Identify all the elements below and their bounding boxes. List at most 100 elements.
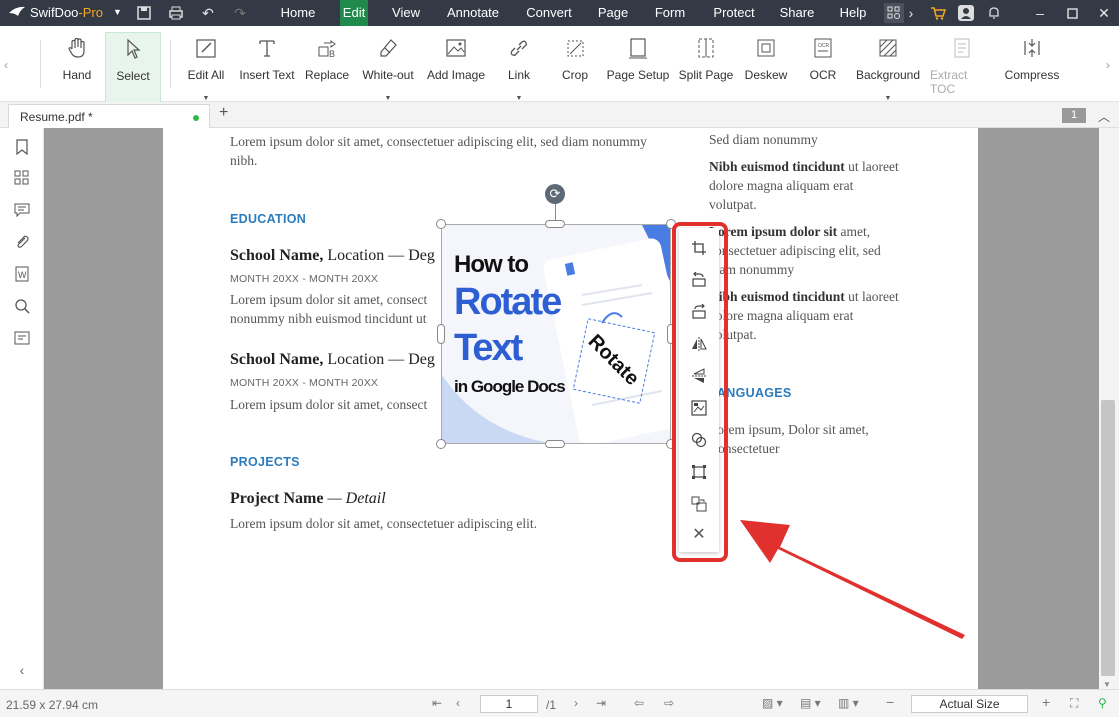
split-page-button[interactable]: Split Page bbox=[678, 32, 734, 98]
white-out-button[interactable]: White-out ▼ bbox=[358, 32, 418, 102]
undo-icon[interactable]: ↶ bbox=[198, 3, 218, 23]
fill-color-icon[interactable]: ▨ ▾ bbox=[762, 696, 783, 710]
zoom-out-icon[interactable]: − bbox=[886, 694, 894, 710]
user-avatar-icon[interactable] bbox=[956, 3, 976, 23]
zoom-in-icon[interactable]: + bbox=[1042, 694, 1050, 710]
cart-icon[interactable] bbox=[928, 3, 948, 23]
resize-handle-bottom-left[interactable] bbox=[436, 439, 446, 449]
fit-screen-icon[interactable]: ⛶ bbox=[1070, 696, 1078, 711]
form-fields-icon[interactable] bbox=[12, 328, 32, 348]
deskew-button[interactable]: Deskew bbox=[744, 32, 788, 98]
dropdown-arrow-icon[interactable]: ▼ bbox=[516, 95, 523, 102]
select-button[interactable]: Select bbox=[105, 32, 161, 104]
print-icon[interactable] bbox=[166, 3, 186, 23]
chevron-right-icon[interactable]: › bbox=[904, 3, 918, 23]
insert-text-button[interactable]: Insert Text bbox=[238, 32, 296, 98]
save-icon[interactable] bbox=[134, 3, 154, 23]
forward-view-icon[interactable]: ⇨ bbox=[664, 696, 674, 710]
chevron-up-icon[interactable]: ︿ bbox=[1098, 108, 1110, 125]
resize-handle-top[interactable] bbox=[545, 220, 565, 228]
right-para-3[interactable]: Lorem ipsum dolor sit amet, consectetuer… bbox=[709, 222, 899, 279]
scrollbar-thumb[interactable] bbox=[1101, 400, 1115, 676]
attachment-icon[interactable] bbox=[12, 232, 32, 252]
menu-edit[interactable]: Edit bbox=[340, 0, 368, 26]
add-tab-icon[interactable]: + bbox=[219, 104, 228, 122]
edit-all-button[interactable]: Edit All ▼ bbox=[184, 32, 228, 102]
document-tab[interactable]: Resume.pdf * bbox=[8, 104, 210, 128]
background-button[interactable]: Background ▼ bbox=[854, 32, 922, 102]
thumbnails-icon[interactable] bbox=[12, 168, 32, 188]
menu-protect[interactable]: Protect bbox=[706, 0, 762, 26]
pin-icon[interactable]: ⚲ bbox=[1098, 696, 1107, 710]
menu-annotate[interactable]: Annotate bbox=[440, 0, 506, 26]
school-1-name[interactable]: School Name, Location — Deg bbox=[230, 247, 435, 265]
school-2-name[interactable]: School Name, Location — Deg bbox=[230, 351, 435, 369]
dropdown-arrow-icon[interactable]: ▼ bbox=[885, 95, 892, 102]
minimize-icon[interactable]: – bbox=[1030, 3, 1050, 23]
page-setup-button[interactable]: Page Setup bbox=[606, 32, 670, 98]
search-grid-icon[interactable] bbox=[884, 3, 904, 23]
school-1-description[interactable]: Lorem ipsum dolor sit amet, consect nonu… bbox=[230, 290, 442, 328]
languages-text[interactable]: Lorem ipsum, Dolor sit amet, Consectetue… bbox=[709, 420, 899, 458]
total-pages: /1 bbox=[546, 698, 557, 712]
project-name[interactable]: Project Name — Detail bbox=[230, 490, 386, 508]
school-1-dates[interactable]: MONTH 20XX - MONTH 20XX bbox=[230, 273, 378, 285]
add-image-button[interactable]: Add Image bbox=[424, 32, 488, 98]
bell-icon[interactable] bbox=[984, 3, 1004, 23]
rotate-handle-icon[interactable]: ⟳ bbox=[545, 184, 565, 204]
caret-down-icon[interactable]: ▼ bbox=[113, 7, 122, 17]
comment-icon[interactable] bbox=[12, 200, 32, 220]
resize-handle-bottom[interactable] bbox=[545, 440, 565, 448]
replace-button[interactable]: B Replace bbox=[304, 32, 350, 98]
split-page-label: Split Page bbox=[678, 68, 734, 82]
word-icon[interactable]: W bbox=[12, 264, 32, 284]
next-page-icon[interactable]: › bbox=[574, 696, 578, 710]
previous-page-icon[interactable]: ‹ bbox=[456, 696, 460, 710]
right-para-1[interactable]: Sed diam nonummy bbox=[709, 130, 899, 149]
school-2-description[interactable]: Lorem ipsum dolor sit amet, consect bbox=[230, 395, 442, 414]
zoom-selector[interactable]: Actual Size bbox=[911, 695, 1028, 713]
page-size: 21.59 x 27.94 cm bbox=[6, 698, 99, 712]
app-logo[interactable]: SwifDoo-Pro ▼ bbox=[8, 4, 122, 20]
extract-toc-icon bbox=[950, 36, 974, 60]
close-window-icon[interactable]: ✕ bbox=[1094, 3, 1114, 23]
menu-help[interactable]: Help bbox=[832, 0, 874, 26]
page-number-input[interactable]: 1 bbox=[480, 695, 538, 713]
collapse-sidebar-icon[interactable]: ‹ bbox=[12, 660, 32, 680]
education-heading[interactable]: EDUCATION bbox=[230, 212, 306, 226]
ribbon-scroll-right-icon[interactable]: › bbox=[1106, 58, 1110, 72]
menu-convert[interactable]: Convert bbox=[518, 0, 580, 26]
search-icon[interactable] bbox=[12, 296, 32, 316]
resize-handle-left[interactable] bbox=[437, 324, 445, 344]
dropdown-arrow-icon[interactable]: ▼ bbox=[385, 95, 392, 102]
menu-share[interactable]: Share bbox=[774, 0, 820, 26]
scroll-down-icon[interactable]: ▼ bbox=[1103, 680, 1111, 689]
ocr-button[interactable]: OCR OCR bbox=[806, 32, 840, 98]
right-para-2[interactable]: Nibh euismod tincidunt ut laoreet dolore… bbox=[709, 157, 899, 214]
page-layout-icon[interactable]: ▤ ▾ bbox=[800, 696, 821, 710]
menu-view[interactable]: View bbox=[384, 0, 428, 26]
first-page-icon[interactable]: ⇤ bbox=[432, 696, 442, 710]
last-page-icon[interactable]: ⇥ bbox=[596, 696, 606, 710]
compress-button[interactable]: Compress bbox=[1004, 32, 1060, 98]
menu-home[interactable]: Home bbox=[272, 0, 324, 26]
school-2-dates[interactable]: MONTH 20XX - MONTH 20XX bbox=[230, 377, 378, 389]
menu-form[interactable]: Form bbox=[646, 0, 694, 26]
menu-page[interactable]: Page bbox=[592, 0, 634, 26]
dropdown-arrow-icon[interactable]: ▼ bbox=[203, 95, 210, 102]
selected-image[interactable]: How to Rotate Text in Google Docs Rotate bbox=[441, 224, 671, 444]
ribbon-scroll-left-icon[interactable]: ‹ bbox=[4, 58, 8, 72]
link-button[interactable]: Link ▼ bbox=[500, 32, 538, 102]
resize-handle-top-left[interactable] bbox=[436, 219, 446, 229]
project-description[interactable]: Lorem ipsum dolor sit amet, consectetuer… bbox=[230, 514, 630, 533]
projects-heading[interactable]: PROJECTS bbox=[230, 455, 300, 469]
page-view-icon[interactable]: ▥ ▾ bbox=[838, 696, 859, 710]
back-view-icon[interactable]: ⇦ bbox=[634, 696, 644, 710]
right-para-4[interactable]: Nibh euismod tincidunt ut laoreet dolore… bbox=[709, 287, 899, 344]
hand-button[interactable]: Hand bbox=[56, 32, 98, 98]
intro-paragraph[interactable]: Lorem ipsum dolor sit amet, consectetuer… bbox=[230, 132, 650, 170]
bookmark-icon[interactable] bbox=[12, 137, 32, 157]
redo-icon[interactable]: ↷ bbox=[230, 3, 250, 23]
crop-button[interactable]: Crop bbox=[556, 32, 594, 98]
maximize-icon[interactable] bbox=[1062, 3, 1082, 23]
